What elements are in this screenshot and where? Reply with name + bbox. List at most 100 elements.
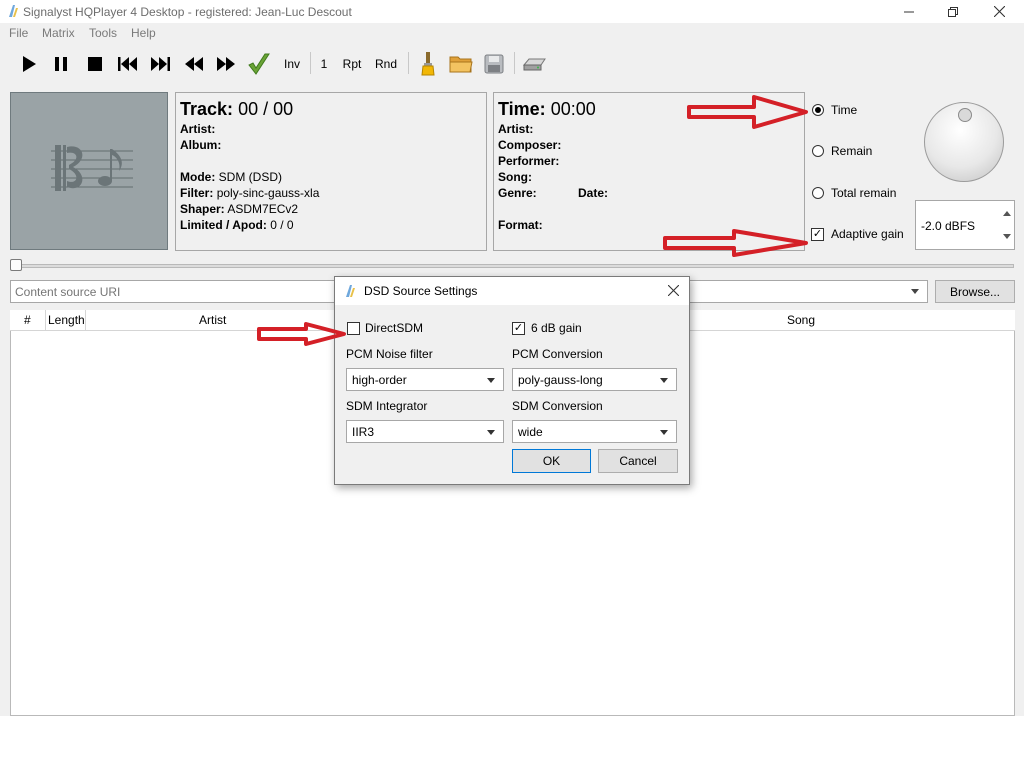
toolbar-separator [408,52,409,74]
menu-file[interactable]: File [9,26,28,40]
six-db-gain-label[interactable]: 6 dB gain [531,321,582,335]
track-label: Track: [180,99,234,119]
next-track-button[interactable] [148,52,172,76]
sdm-conversion-label: SDM Conversion [512,399,603,413]
track-value: 00 / 00 [238,99,294,119]
cancel-button[interactable]: Cancel [598,449,678,473]
sdm-integrator-value: IIR3 [352,425,375,439]
minimize-button[interactable] [886,0,932,23]
chevron-down-icon [660,378,668,383]
browse-button[interactable]: Browse... [935,280,1015,303]
total-remain-radio[interactable] [812,187,824,199]
menu-help[interactable]: Help [131,26,156,40]
pause-icon [55,57,67,71]
composer-label: Composer: [498,138,562,152]
stop-icon [88,57,102,71]
sdm-conversion-select[interactable]: wide [512,420,677,443]
column-song[interactable]: Song [787,313,815,327]
invert-button[interactable]: Inv [280,52,304,76]
toolbar-separator [310,52,311,74]
spin-up-icon[interactable] [1002,209,1012,217]
format-label: Format: [498,218,543,232]
close-icon[interactable] [668,285,679,296]
position-slider[interactable] [10,264,1014,268]
shaper-value: ASDM7ECv2 [227,202,299,216]
position-slider-handle[interactable] [10,259,22,271]
app-icon [9,5,18,17]
time-radio-label[interactable]: Time [831,103,857,117]
filter-value: poly-sinc-gauss-xla [216,186,320,200]
sdm-integrator-select[interactable]: IIR3 [346,420,504,443]
menu-bar: File Matrix Tools Help [0,23,1024,45]
rewind-button[interactable] [182,52,206,76]
previous-track-button[interactable] [116,52,140,76]
random-button[interactable]: Rnd [374,52,398,76]
gain-spinbox[interactable]: -2.0 dBFS [915,200,1015,250]
rewind-icon [185,57,203,71]
chevron-down-icon[interactable] [910,288,920,295]
open-button[interactable] [448,52,474,76]
pcm-conversion-label: PCM Conversion [512,347,603,361]
brush-icon [421,52,435,76]
dialog-title: DSD Source Settings [364,284,478,298]
save-button[interactable] [482,52,506,76]
pcm-conversion-value: poly-gauss-long [518,373,603,387]
time-radio[interactable] [812,104,824,116]
checkmark-icon [248,53,270,75]
pcm-conversion-select[interactable]: poly-gauss-long [512,368,677,391]
direct-sdm-label[interactable]: DirectSDM [365,321,423,335]
restore-button[interactable] [930,0,976,23]
menu-matrix[interactable]: Matrix [42,26,75,40]
fast-forward-button[interactable] [214,52,238,76]
window-title: Signalyst HQPlayer 4 Desktop - registere… [23,5,352,19]
repeat-button[interactable]: Rpt [340,52,364,76]
album-art [10,92,168,250]
shaper-label: Shaper: [180,202,225,216]
apply-button[interactable] [246,52,272,76]
remain-radio-label[interactable]: Remain [831,144,872,158]
sdm-integrator-label: SDM Integrator [346,399,428,413]
direct-sdm-checkbox[interactable] [347,322,360,335]
dialog-title-bar: DSD Source Settings [335,277,689,305]
folder-icon [449,56,473,73]
clear-button[interactable] [416,52,440,76]
time-value: 00:00 [550,99,596,119]
chevron-down-icon [487,430,495,435]
play-button[interactable] [17,52,41,76]
repeat-one-button[interactable]: 1 [318,52,330,76]
time-label: Time: [498,99,546,119]
column-length[interactable]: Length [48,313,85,327]
device-button[interactable] [522,52,548,76]
date-label: Date: [578,186,609,200]
column-number[interactable]: # [24,313,31,327]
close-button[interactable] [976,0,1022,23]
pcm-noise-filter-select[interactable]: high-order [346,368,504,391]
spin-down-icon[interactable] [1002,233,1012,241]
column-artist[interactable]: Artist [199,313,226,327]
save-icon [484,54,504,74]
toolbar-separator [514,52,515,74]
limited-value: 0 / 0 [270,218,294,232]
total-remain-radio-label[interactable]: Total remain [831,186,896,200]
fast-forward-icon [217,57,235,71]
drive-icon [523,58,546,71]
mode-value: SDM (DSD) [218,170,282,184]
remain-radio[interactable] [812,145,824,157]
artist-label: Artist: [180,122,216,136]
pause-button[interactable] [49,52,73,76]
six-db-gain-checkbox[interactable]: ✓ [512,322,525,335]
pcm-noise-filter-label: PCM Noise filter [346,347,433,361]
stop-button[interactable] [83,52,107,76]
menu-tools[interactable]: Tools [89,26,117,40]
close-icon [993,6,1005,17]
skip-forward-icon [151,57,170,71]
limited-label: Limited / Apod: [180,218,267,232]
adaptive-gain-label[interactable]: Adaptive gain [831,227,904,241]
track-info-panel: Track: 00 / 00 Artist: Album: Mode: SDM … [175,92,487,251]
gain-value: -2.0 dBFS [921,219,976,233]
adaptive-gain-checkbox[interactable]: ✓ [811,228,824,241]
ok-button[interactable]: OK [512,449,591,473]
column-divider [85,310,86,330]
genre-label: Genre: [498,186,537,200]
album-label: Album: [180,138,222,152]
